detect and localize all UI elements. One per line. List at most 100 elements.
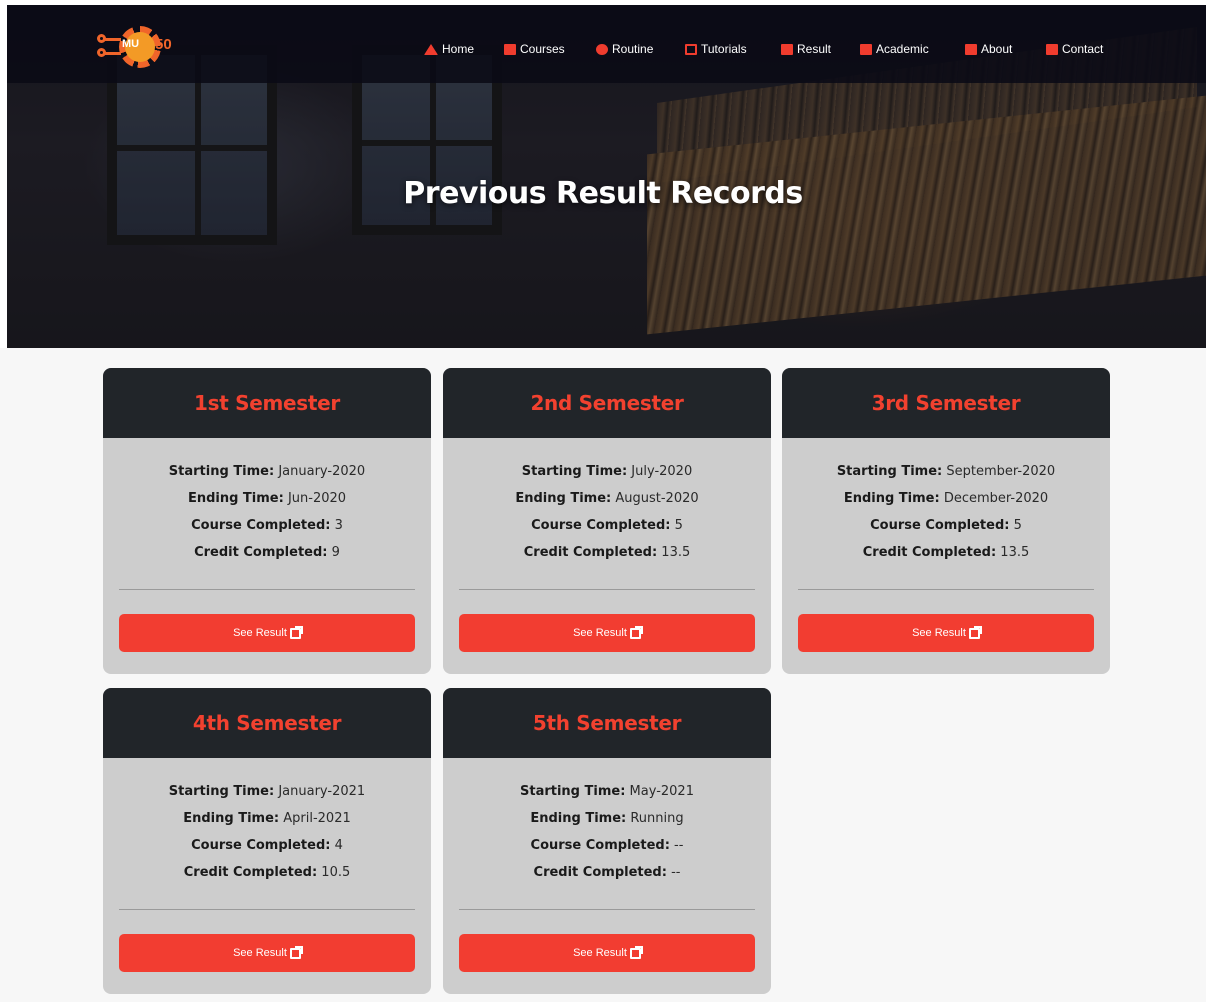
nav-contact-label: Contact	[1062, 42, 1104, 56]
external-link-icon	[289, 945, 303, 959]
nav-result-label: Result	[797, 42, 832, 56]
nav-tutorials[interactable]: Tutorials	[685, 42, 747, 56]
ending-label: Ending Time:	[530, 811, 627, 826]
starting-label: Starting Time:	[520, 784, 626, 799]
nav-about[interactable]: About	[965, 42, 1012, 56]
university-icon	[860, 43, 872, 55]
nav-home[interactable]: Home	[424, 42, 474, 56]
credit-label: Credit Completed:	[183, 865, 318, 880]
ending-label: Ending Time:	[183, 811, 280, 826]
card-divider	[459, 909, 755, 910]
ending-value: April-2021	[283, 811, 351, 826]
nav-courses[interactable]: Courses	[504, 42, 565, 56]
external-link-icon	[629, 625, 643, 639]
see-result-label: See Result	[233, 627, 287, 639]
card-title: 5th Semester	[532, 711, 682, 735]
id-card-icon	[965, 43, 977, 55]
card-body: Starting Time: January-2020 Ending Time:…	[103, 438, 431, 566]
ending-value: Jun-2020	[287, 491, 347, 506]
chalkboard-icon	[685, 43, 697, 55]
credit-value: 10.5	[321, 865, 351, 880]
course-value: 4	[334, 838, 343, 853]
see-result-label: See Result	[912, 627, 966, 639]
starting-label: Starting Time:	[521, 464, 628, 479]
starting-value: May-2021	[629, 784, 694, 799]
course-value: 5	[1013, 518, 1022, 533]
external-link-icon	[289, 625, 303, 639]
card-divider	[459, 589, 755, 590]
external-link-icon	[968, 625, 982, 639]
address-book-icon	[1046, 43, 1058, 55]
logo-text-mu: MU	[122, 38, 140, 50]
card-divider	[119, 909, 415, 910]
nav-routine-label: Routine	[612, 42, 654, 56]
credit-label: Credit Completed:	[194, 545, 328, 560]
course-value: --	[674, 838, 684, 853]
credit-label: Credit Completed:	[523, 545, 658, 560]
see-result-button[interactable]: See Result	[798, 614, 1094, 652]
course-value: 5	[674, 518, 683, 533]
semester-card: 4th Semester Starting Time: January-2021…	[103, 688, 431, 994]
see-result-button[interactable]: See Result	[459, 614, 755, 652]
credit-label: Credit Completed:	[533, 865, 667, 880]
see-result-label: See Result	[573, 627, 627, 639]
nav-about-label: About	[981, 42, 1013, 56]
card-body: Starting Time: January-2021 Ending Time:…	[103, 758, 431, 886]
nav-contact[interactable]: Contact	[1046, 42, 1103, 56]
semester-card: 5th Semester Starting Time: May-2021 End…	[443, 688, 771, 994]
starting-label: Starting Time:	[168, 784, 275, 799]
results-section: 1st Semester Starting Time: January-2020…	[0, 348, 1206, 1002]
semester-card: 3rd Semester Starting Time: September-20…	[782, 368, 1110, 674]
page-title: Previous Result Records	[403, 176, 803, 211]
see-result-button[interactable]: See Result	[119, 614, 415, 652]
card-body: Starting Time: May-2021 Ending Time: Run…	[443, 758, 771, 886]
starting-value: January-2020	[278, 464, 366, 479]
semester-card: 1st Semester Starting Time: January-2020…	[103, 368, 431, 674]
card-title: 1st Semester	[193, 391, 340, 415]
course-label: Course Completed:	[530, 838, 670, 853]
credit-label: Credit Completed:	[862, 545, 997, 560]
see-result-button[interactable]: See Result	[119, 934, 415, 972]
course-label: Course Completed:	[191, 838, 331, 853]
nav-home-label: Home	[442, 42, 475, 56]
nav-result[interactable]: Result	[781, 42, 831, 56]
credit-value: 13.5	[1000, 545, 1030, 560]
starting-value: July-2020	[631, 464, 693, 479]
credit-value: 13.5	[661, 545, 691, 560]
card-body: Starting Time: September-2020 Ending Tim…	[782, 438, 1110, 566]
semester-card: 2nd Semester Starting Time: July-2020 En…	[443, 368, 771, 674]
credit-value: --	[671, 865, 681, 880]
navbar: MU 50 Home Courses Routine Tutorials Res…	[7, 5, 1206, 83]
starting-label: Starting Time:	[168, 464, 275, 479]
card-header: 2nd Semester	[443, 368, 771, 438]
card-divider	[798, 589, 1094, 590]
ending-label: Ending Time:	[515, 491, 612, 506]
card-header: 4th Semester	[103, 688, 431, 758]
starting-value: January-2021	[278, 784, 366, 799]
course-label: Course Completed:	[191, 518, 331, 533]
poll-icon	[781, 43, 793, 55]
starting-label: Starting Time:	[836, 464, 943, 479]
card-title: 4th Semester	[192, 711, 342, 735]
ending-value: December-2020	[943, 491, 1049, 506]
card-header: 3rd Semester	[782, 368, 1110, 438]
clock-icon	[596, 43, 608, 55]
see-result-button[interactable]: See Result	[459, 934, 755, 972]
card-header: 5th Semester	[443, 688, 771, 758]
card-divider	[119, 589, 415, 590]
credit-value: 9	[331, 545, 340, 560]
course-label: Course Completed:	[870, 518, 1010, 533]
course-value: 3	[334, 518, 343, 533]
book-icon	[504, 43, 516, 55]
nav-routine[interactable]: Routine	[596, 42, 653, 56]
ending-label: Ending Time:	[187, 491, 284, 506]
nav-tutorials-label: Tutorials	[701, 42, 747, 56]
nav-academic[interactable]: Academic	[860, 42, 929, 56]
card-body: Starting Time: July-2020 Ending Time: Au…	[443, 438, 771, 566]
ending-value: August-2020	[615, 491, 699, 506]
site-logo[interactable]: MU 50	[97, 26, 197, 68]
logo-text-50: 50	[155, 36, 172, 53]
ending-label: Ending Time:	[843, 491, 940, 506]
course-label: Course Completed:	[531, 518, 671, 533]
nav-academic-label: Academic	[876, 42, 929, 56]
